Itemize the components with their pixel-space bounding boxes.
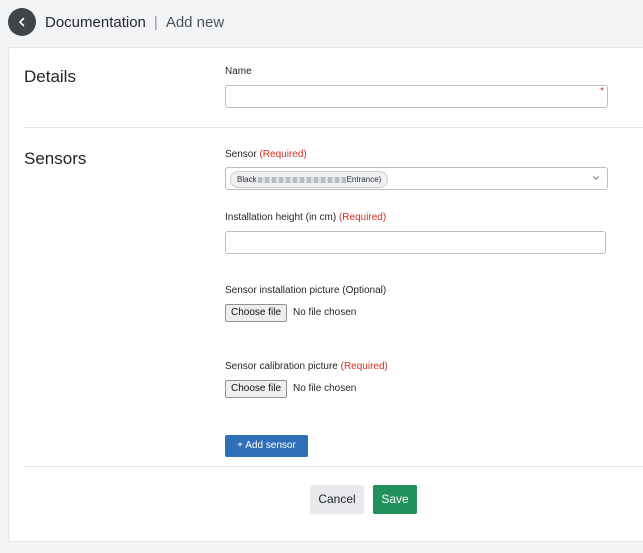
sensor-selected-chip[interactable]: Black Entrance)	[230, 171, 389, 188]
calibration-required-text: (Required)	[340, 361, 388, 372]
calibration-picture-label: Sensor calibration picture (Required)	[225, 361, 388, 372]
required-asterisk: *	[600, 86, 604, 97]
sensors-section-title: Sensors	[24, 149, 87, 168]
sensor-required-text: (Required)	[259, 149, 307, 160]
back-button[interactable]	[8, 8, 36, 36]
installation-height-label: Installation height (in cm) (Required)	[225, 212, 387, 223]
breadcrumb: Documentation | Add new	[45, 14, 224, 31]
name-label: Name	[225, 66, 252, 77]
redacted-text	[257, 176, 346, 183]
installation-file-status: No file chosen	[293, 307, 357, 318]
sensor-select[interactable]: Black Entrance)	[225, 167, 608, 190]
breadcrumb-separator: |	[153, 14, 158, 31]
calibration-file-status: No file chosen	[293, 383, 357, 394]
footer-divider	[24, 466, 643, 467]
name-input[interactable]: *	[225, 85, 608, 108]
save-button[interactable]: Save	[373, 485, 417, 514]
installation-picture-label: Sensor installation picture (Optional)	[225, 285, 387, 296]
form-card: Details Name * Sensors Sensor (Required)…	[8, 47, 643, 542]
chevron-down-icon	[593, 176, 599, 180]
sensor-label: Sensor (Required)	[225, 149, 307, 160]
installation-choose-file-button[interactable]: Choose file	[225, 304, 288, 322]
height-required-text: (Required)	[338, 212, 387, 223]
add-sensor-button[interactable]: + Add sensor	[225, 435, 308, 457]
details-section-title: Details	[24, 67, 76, 86]
breadcrumb-current-page: Add new	[165, 14, 225, 31]
section-divider	[24, 127, 643, 128]
cancel-button[interactable]: Cancel	[310, 485, 364, 514]
breadcrumb-documentation[interactable]: Documentation	[45, 14, 146, 31]
top-bar: Documentation | Add new	[0, 0, 643, 46]
chevron-left-icon	[19, 17, 25, 27]
installation-height-input[interactable]	[225, 231, 606, 254]
calibration-choose-file-button[interactable]: Choose file	[225, 380, 288, 398]
